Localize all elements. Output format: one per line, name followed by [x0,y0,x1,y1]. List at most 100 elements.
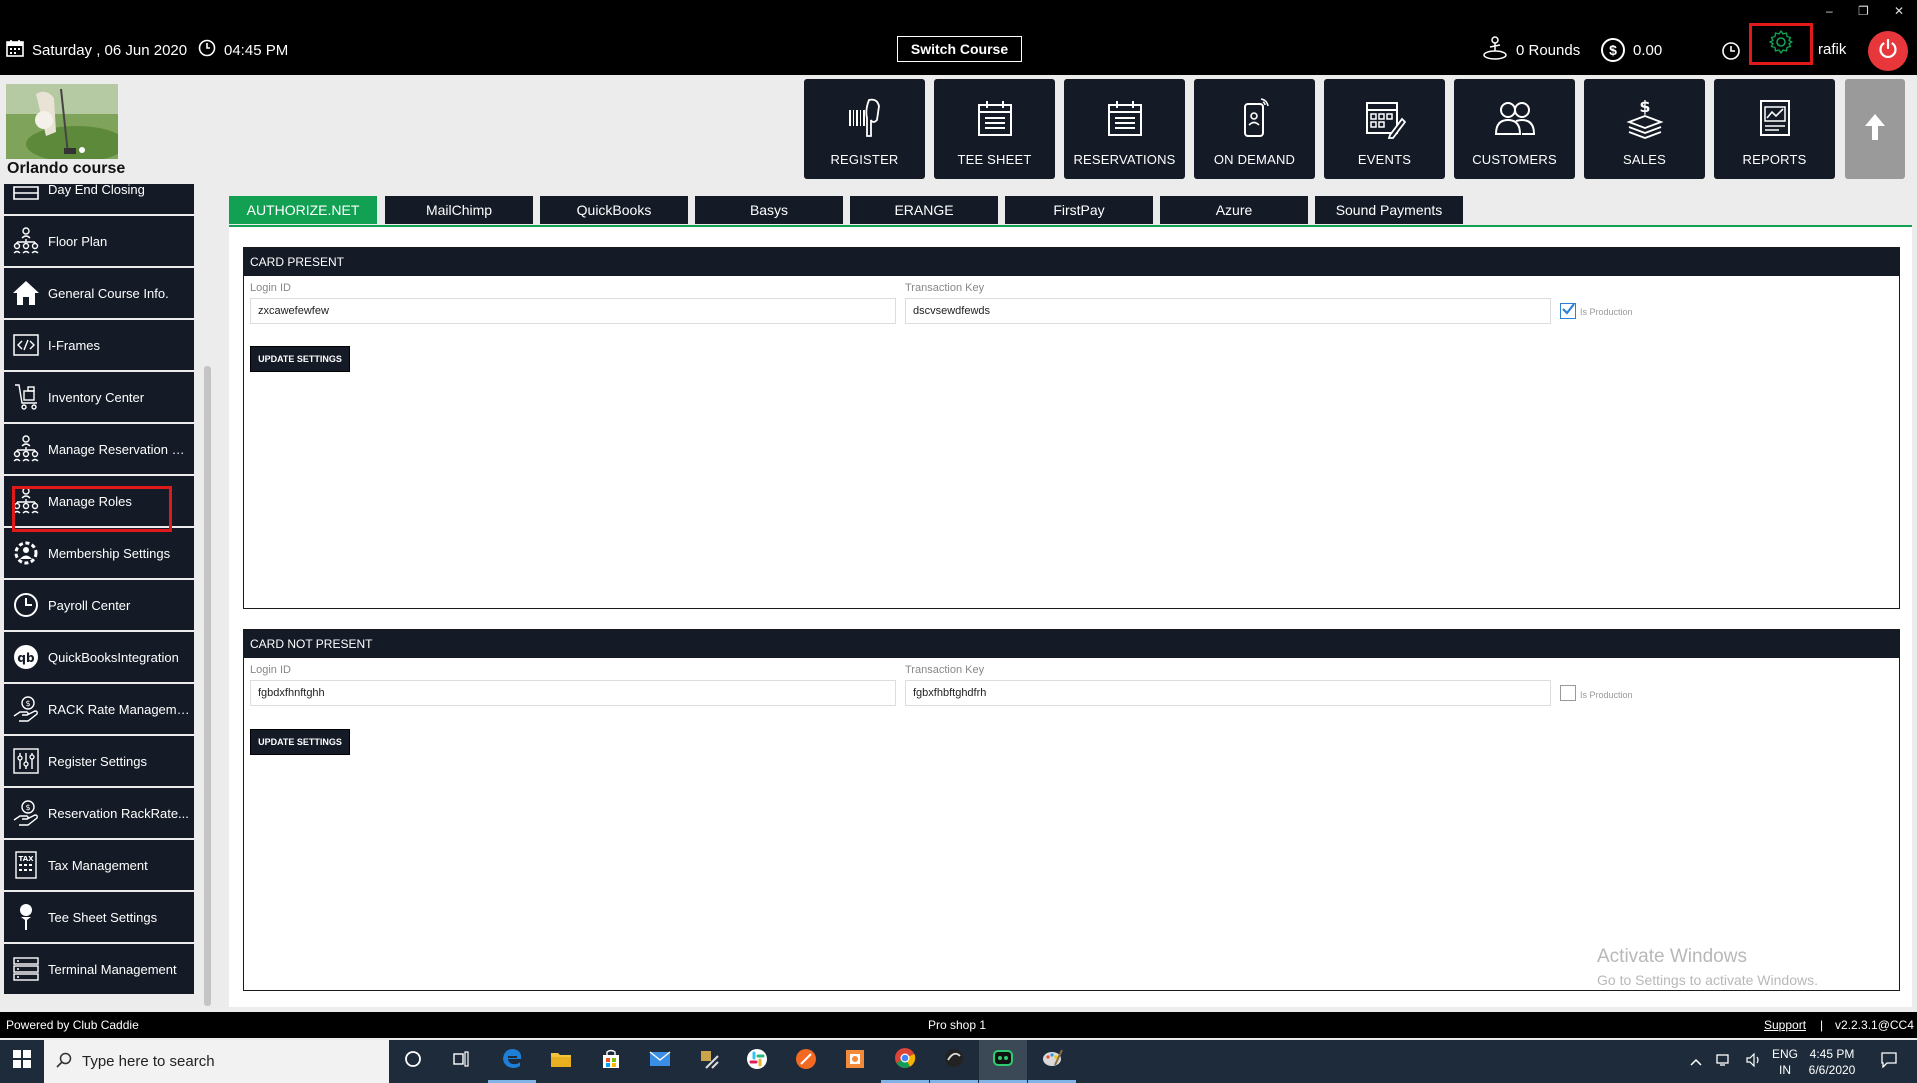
notification-button[interactable] [1874,1040,1904,1083]
sidebar-item-rack-rate-manageme[interactable]: $ RACK Rate Manageme... [4,684,194,734]
golfer-icon [1482,36,1508,64]
user-name[interactable]: rafik [1818,41,1846,58]
app-box-icon [844,1048,866,1075]
taskbar-app-app-box[interactable] [831,1040,879,1083]
support-link[interactable]: Support [1764,1018,1806,1032]
task-view-icon [451,1049,471,1074]
sidebar-item-terminal-management[interactable]: Terminal Management [4,944,194,994]
update-settings-button[interactable]: UPDATE SETTINGS [250,346,350,372]
sidebar-item-label: Floor Plan [48,233,108,249]
restore-button[interactable]: ❐ [1858,4,1869,18]
update-settings-button[interactable]: UPDATE SETTINGS [250,729,350,755]
nav-customers[interactable]: CUSTOMERS [1454,79,1575,179]
sidebar-item-manage-reservation-r[interactable]: Manage Reservation R... [4,424,194,474]
sidebar-item-tax-management[interactable]: TAX Tax Management [4,840,194,890]
sidebar-scrollbar[interactable] [204,366,211,1006]
taskbar-app-chrome[interactable] [881,1040,929,1083]
nav-sales[interactable]: $ SALES [1584,79,1705,179]
nav-tee-sheet[interactable]: TEE SHEET [934,79,1055,179]
taskbar-app-app-orange[interactable] [782,1040,830,1083]
taskbar-app-app-green[interactable] [979,1040,1027,1083]
barcode-scanner-icon [841,94,889,142]
tab-mailchimp[interactable]: MailChimp [385,196,533,224]
mobile-icon [1231,94,1279,142]
taskbar-search[interactable]: Type here to search [44,1040,389,1083]
edge-icon [501,1047,523,1074]
login-id-input[interactable] [250,680,896,706]
nav-label: SALES [1623,152,1666,167]
chevron-up-icon[interactable] [1690,1055,1702,1069]
nav-reports[interactable]: REPORTS [1714,79,1835,179]
switch-course-button[interactable]: Switch Course [897,36,1022,62]
language-indicator[interactable]: ENG IN [1772,1040,1798,1083]
nav-label: RESERVATIONS [1073,152,1176,167]
tab-azure[interactable]: Azure [1160,196,1308,224]
transaction-key-input[interactable] [905,298,1551,324]
taskbar-clock[interactable]: 4:45 PM 6/6/2020 [1808,1040,1856,1083]
volume-icon[interactable] [1746,1052,1762,1070]
taskbar-app-cortana[interactable] [389,1040,437,1083]
logout-button[interactable] [1868,31,1908,71]
nav-reservations[interactable]: RESERVATIONS [1064,79,1185,179]
sidebar-item-general-course-info[interactable]: General Course Info. [4,268,194,318]
version-text: v2.2.3.1@CC4 [1835,1018,1914,1032]
sidebar-item-payroll-center[interactable]: Payroll Center [4,580,194,630]
settings-button[interactable] [1749,23,1813,65]
taskbar-app-app-dark[interactable] [930,1040,978,1083]
tab-basys[interactable]: Basys [695,196,843,224]
history-icon[interactable] [1718,38,1744,64]
taskbar-app-app-paint[interactable] [1028,1040,1076,1083]
calendar-edit-icon [1361,94,1409,142]
taskbar-app-task-view[interactable] [437,1040,485,1083]
nav-label: CUSTOMERS [1472,152,1557,167]
tab-erange[interactable]: ERANGE [850,196,998,224]
panel-title: CARD PRESENT [244,248,1899,276]
sidebar-item-register-settings[interactable]: Register Settings [4,736,194,786]
home-icon [4,268,48,318]
login-id-input[interactable] [250,298,896,324]
network-icon[interactable] [1716,1053,1732,1070]
app-green-icon [992,1047,1014,1074]
nav-register[interactable]: REGISTER [804,79,925,179]
start-button[interactable] [0,1040,44,1083]
nav-on-demand[interactable]: ON DEMAND [1194,79,1315,179]
card-not-present-panel: CARD NOT PRESENT Login ID Transaction Ke… [243,629,1900,991]
clock-icon [198,39,216,61]
sidebar-item-day-end-closing[interactable]: Day End Closing [4,184,194,214]
sidebar-item-label: Manage Roles [48,493,132,509]
sidebar-item-quickbooksintegration[interactable]: qb QuickBooksIntegration [4,632,194,682]
calendar-list-icon [1101,94,1149,142]
sidebar-item-floor-plan[interactable]: Floor Plan [4,216,194,266]
panel-title: CARD NOT PRESENT [244,630,1899,658]
is-production-checkbox[interactable] [1560,302,1576,319]
tab-firstpay[interactable]: FirstPay [1005,196,1153,224]
tab-authorize-net[interactable]: AUTHORIZE.NET [229,196,377,224]
close-window-button[interactable]: ✕ [1894,4,1904,18]
sidebar-item-label: Payroll Center [48,597,131,613]
taskbar-app-mail[interactable] [636,1040,684,1083]
sidebar-item-membership-settings[interactable]: Membership Settings [4,528,194,578]
terminal-name: Pro shop 1 [928,1018,987,1032]
minimize-button[interactable]: – [1826,4,1833,18]
calendar-icon [6,39,24,61]
sidebar-item-tee-sheet-settings[interactable]: Tee Sheet Settings [4,892,194,942]
taskbar-app-store[interactable] [587,1040,635,1083]
scroll-up-button[interactable] [1845,79,1905,179]
search-icon [56,1052,72,1072]
tab-sound-payments[interactable]: Sound Payments [1315,196,1463,224]
taskbar-app-file-explorer[interactable] [537,1040,585,1083]
sidebar-item-inventory-center[interactable]: Inventory Center [4,372,194,422]
taskbar-app-tools[interactable] [685,1040,733,1083]
sidebar-item-manage-roles[interactable]: Manage Roles [4,476,194,526]
tab-quickbooks[interactable]: QuickBooks [540,196,688,224]
system-tray [1690,1040,1762,1083]
taskbar-app-slack[interactable] [733,1040,781,1083]
taskbar-app-edge[interactable] [488,1040,536,1083]
settings-sidebar: Day End Closing Floor Plan General Course … [0,184,200,1007]
sidebar-item-i-frames[interactable]: I-Frames [4,320,194,370]
nav-events[interactable]: EVENTS [1324,79,1445,179]
golf-tee-icon [4,892,48,942]
is-production-checkbox[interactable] [1560,685,1576,701]
transaction-key-input[interactable] [905,680,1551,706]
sidebar-item-reservation-rackrate[interactable]: $ Reservation RackRate... [4,788,194,838]
